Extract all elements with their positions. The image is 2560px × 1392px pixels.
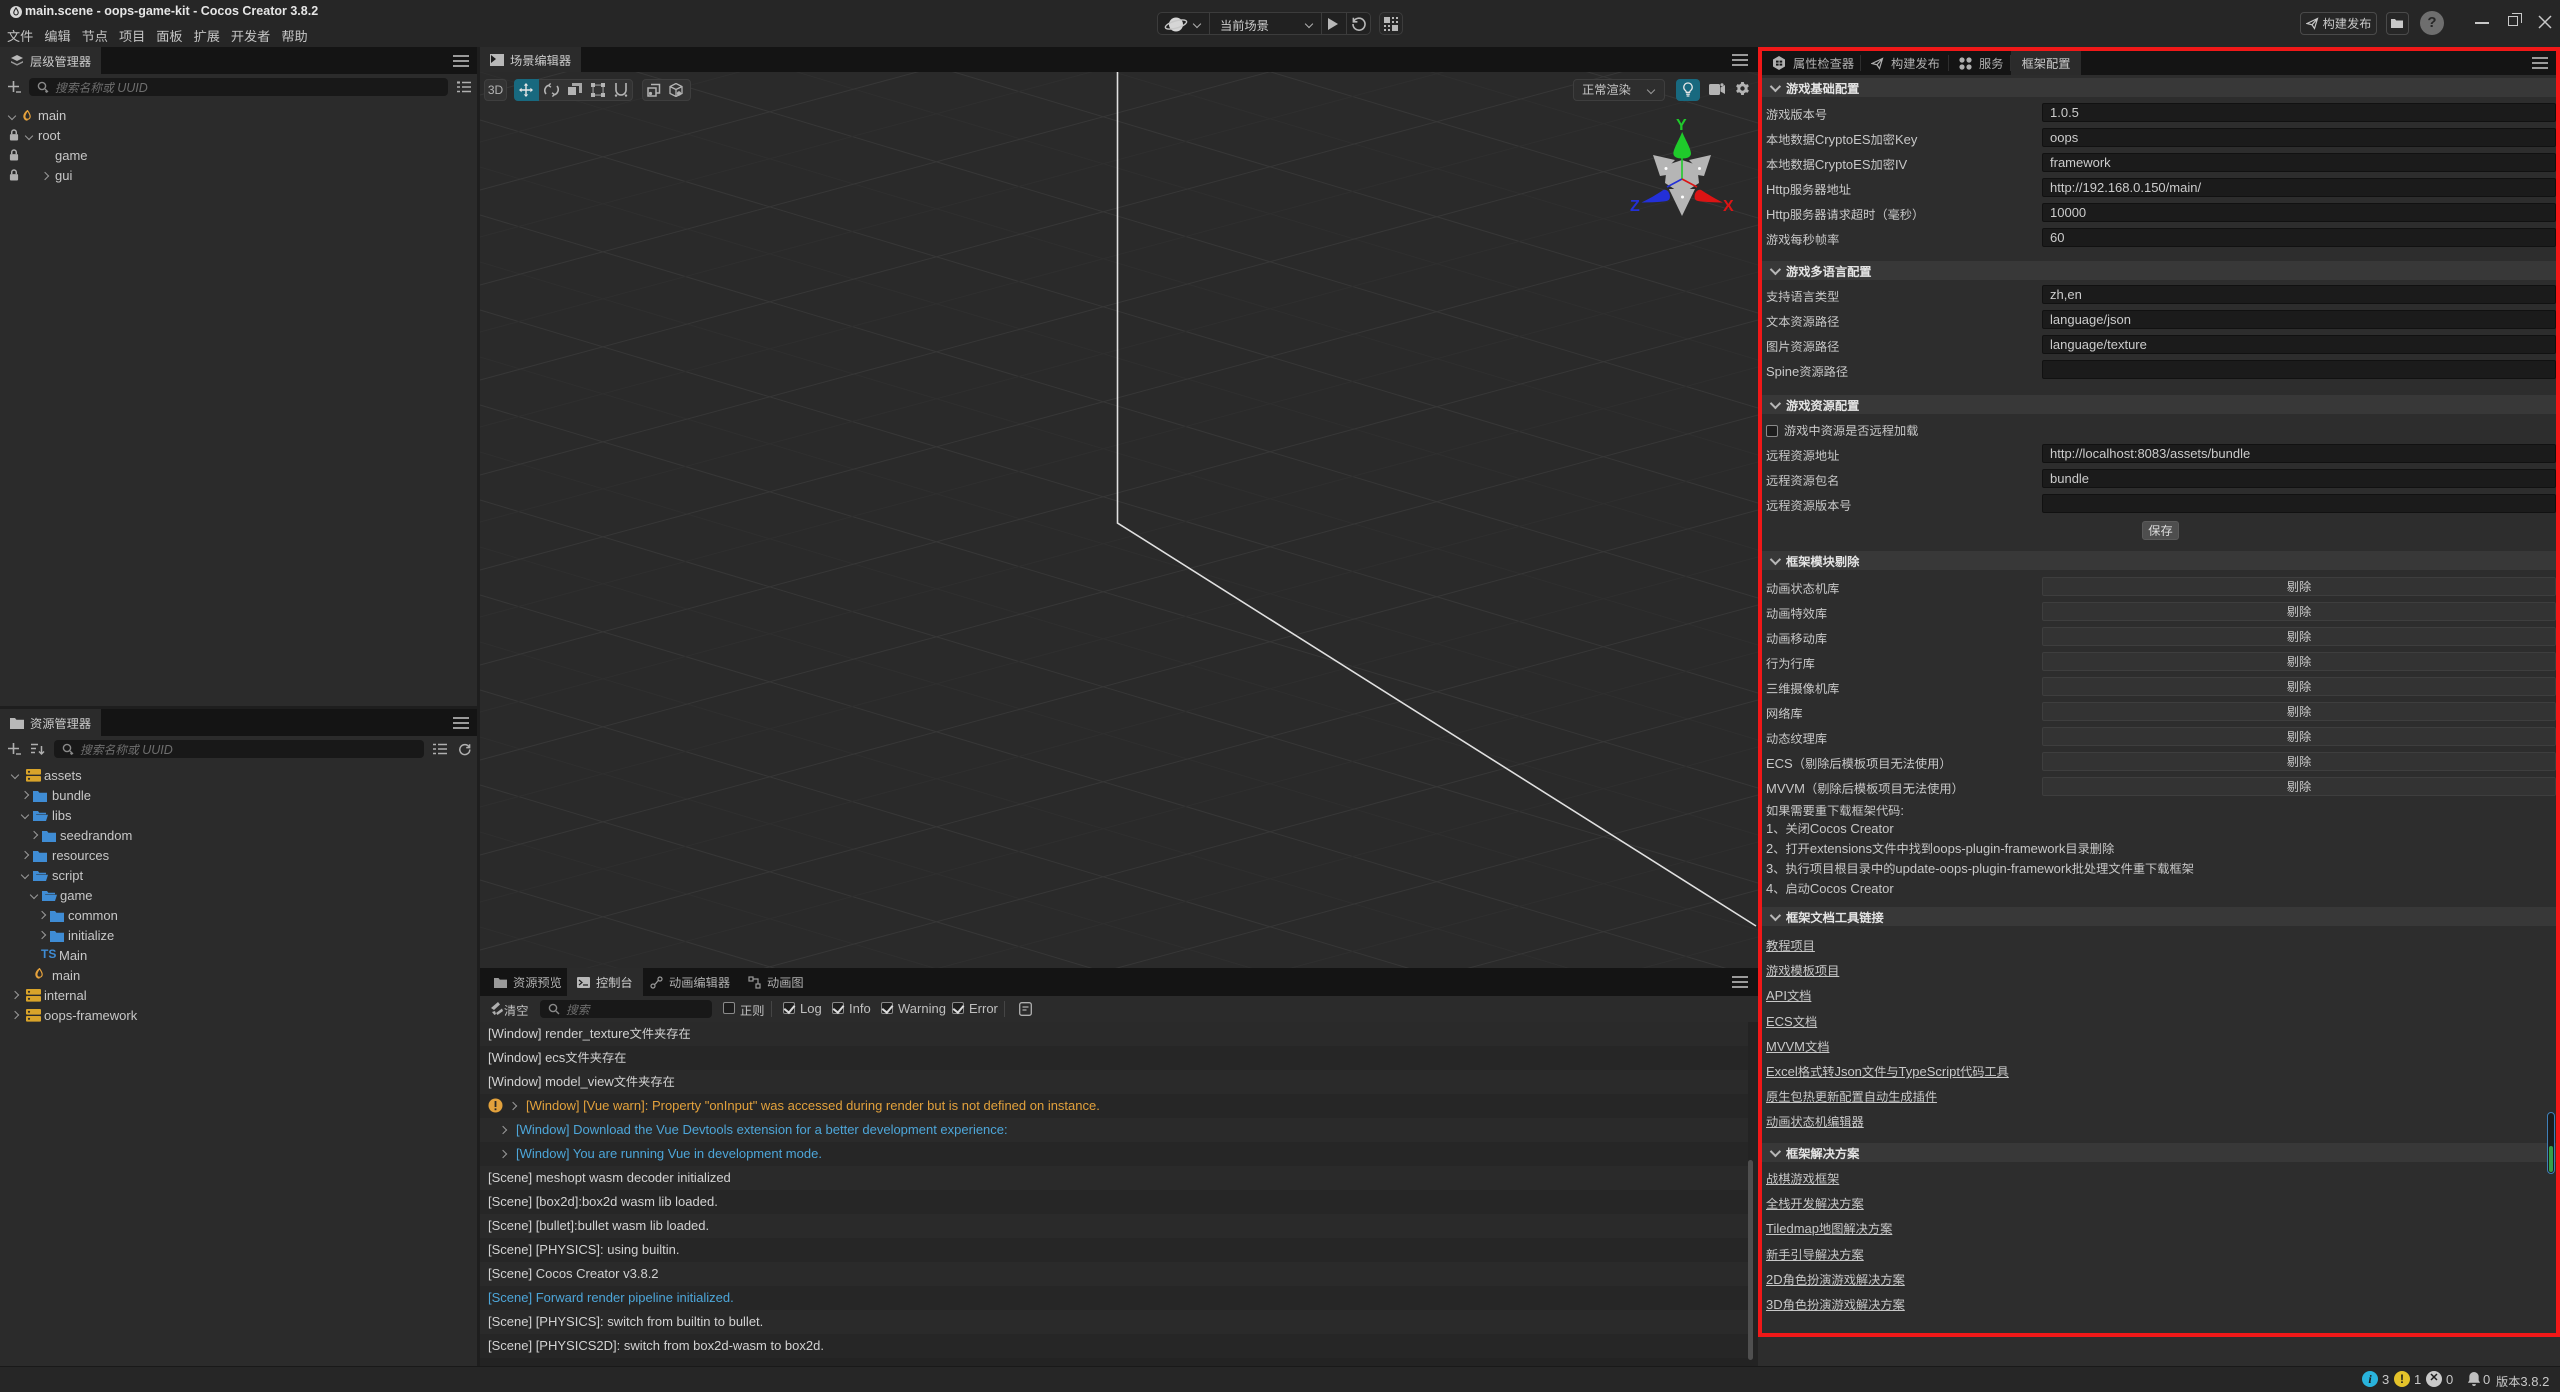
- svg-text:Z: Z: [1630, 198, 1640, 215]
- svg-text:X: X: [1723, 198, 1734, 215]
- svg-text:Y: Y: [1676, 117, 1687, 134]
